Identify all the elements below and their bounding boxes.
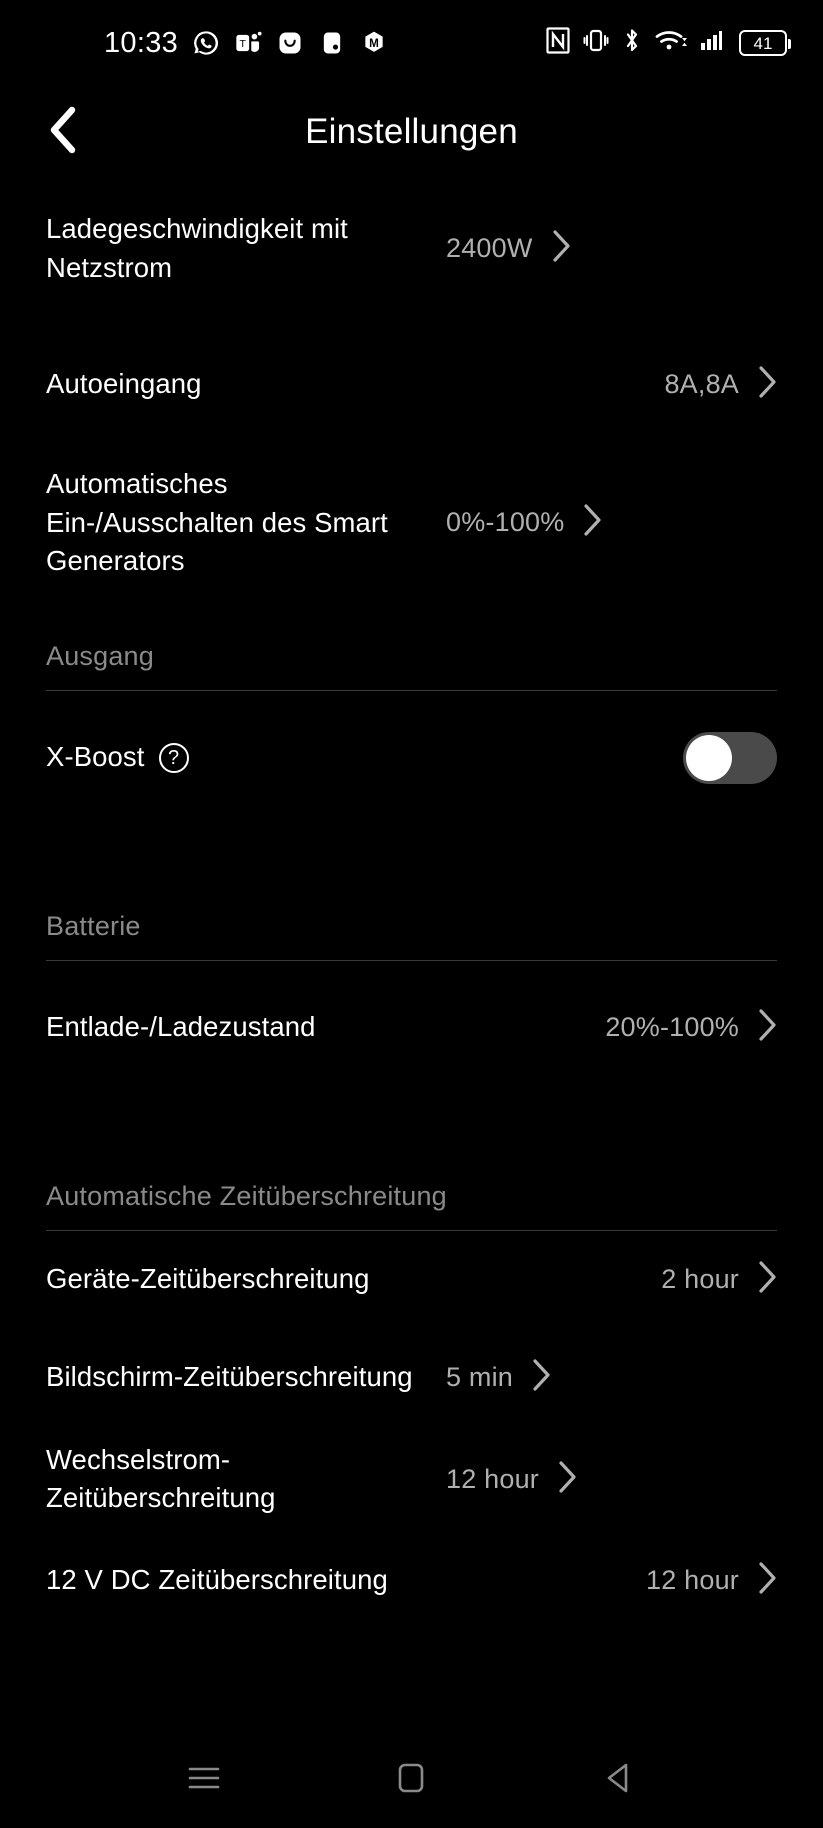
row-right: 5 min <box>446 1358 551 1397</box>
row-12vdc-timeout[interactable]: 12 V DC Zeitüberschreitung 12 hour <box>46 1532 777 1630</box>
settings-list: Ladegeschwindigkeit mit Netzstrom 2400W … <box>0 178 823 1732</box>
battery-level-text: 41 <box>753 33 773 53</box>
section-heading-batterie: Batterie <box>46 910 141 941</box>
row-value: 5 min <box>446 1362 514 1392</box>
chevron-right-icon <box>557 1460 577 1499</box>
row-label: X-Boost <box>46 741 145 773</box>
svg-text:T: T <box>240 38 247 50</box>
row-value: 8A,8A <box>664 368 739 399</box>
chevron-right-icon <box>582 503 602 542</box>
row-label: Wechselstrom-Zeitüberschreitung <box>46 1443 276 1514</box>
m-app-icon: M <box>360 29 388 57</box>
row-wechselstrom-timeout[interactable]: Wechselstrom-Zeitüberschreitung 12 hour <box>46 1427 777 1532</box>
back-triangle-icon <box>604 1762 634 1799</box>
row-entlade-ladezustand[interactable]: Entlade-/Ladezustand 20%-100% <box>46 979 777 1077</box>
row-right: 0%-100% <box>446 503 602 542</box>
help-icon[interactable]: ? <box>158 742 189 773</box>
back-button[interactable] <box>32 100 96 164</box>
nfc-icon <box>546 27 570 59</box>
row-ladegeschwindigkeit[interactable]: Ladegeschwindigkeit mit Netzstrom 2400W <box>46 196 777 301</box>
toggle-knob <box>686 734 732 781</box>
chevron-right-icon <box>757 1260 777 1299</box>
row-value: 12 hour <box>646 1565 739 1595</box>
app-header: Einstellungen <box>0 86 823 178</box>
x-boost-toggle[interactable] <box>683 731 777 784</box>
status-bar: 10:33 T M 41 <box>0 0 823 86</box>
chevron-right-icon <box>757 365 777 404</box>
chevron-left-icon <box>46 105 82 160</box>
row-value: 12 hour <box>446 1463 539 1494</box>
chevron-right-icon <box>757 1008 777 1047</box>
status-bar-left: 10:33 T M <box>104 27 388 60</box>
row-right: 20%-100% <box>605 1008 777 1047</box>
notes-app-icon <box>318 29 346 57</box>
android-nav-bar <box>0 1732 823 1828</box>
row-right: 2 hour <box>661 1260 777 1299</box>
cellular-signal-icon <box>700 27 726 59</box>
recents-menu-icon <box>187 1764 221 1797</box>
chevron-right-icon <box>551 229 571 268</box>
row-smart-generator[interactable]: Automatisches Ein-/Ausschalten des Smart… <box>46 451 777 595</box>
row-right: 2400W <box>446 229 571 268</box>
row-value: 2400W <box>446 233 533 263</box>
row-value: 0%-100% <box>446 507 565 538</box>
vibrate-icon <box>583 27 609 59</box>
page-title: Einstellungen <box>305 112 518 151</box>
svg-text:M: M <box>369 37 379 50</box>
row-label: Geräte-Zeitüberschreitung <box>46 1263 370 1295</box>
row-geraete-timeout[interactable]: Geräte-Zeitüberschreitung 2 hour <box>46 1231 777 1329</box>
row-x-boost[interactable]: X-Boost ? <box>46 709 777 807</box>
row-label: Automatisches Ein-/Ausschalten des Smart… <box>46 468 388 576</box>
whatsapp-icon <box>192 29 220 57</box>
battery-indicator: 41 <box>739 30 791 56</box>
recents-button[interactable] <box>169 1745 239 1815</box>
row-right: 8A,8A <box>664 365 777 404</box>
row-label: Autoeingang <box>46 367 202 399</box>
section-heading-zeitueberschreitung: Automatische Zeitüberschreitung <box>46 1180 447 1211</box>
phone-screen: 10:33 T M 41 Einstellungen Ladegeschwind… <box>0 0 823 1828</box>
row-label: 12 V DC Zeitüberschreitung <box>46 1564 388 1596</box>
bluetooth-icon <box>622 27 642 59</box>
status-bar-right: 41 <box>546 27 791 59</box>
row-value: 20%-100% <box>605 1012 739 1042</box>
row-label: Bildschirm-Zeitüberschreitung <box>46 1361 413 1393</box>
row-label: Entlade-/Ladezustand <box>46 1011 316 1043</box>
row-value: 2 hour <box>661 1264 739 1294</box>
row-right: 12 hour <box>446 1460 577 1499</box>
smile-app-icon <box>276 29 304 57</box>
row-label: Ladegeschwindigkeit mit Netzstrom <box>46 213 348 283</box>
section-heading-ausgang: Ausgang <box>46 640 154 671</box>
row-bildschirm-timeout[interactable]: Bildschirm-Zeitüberschreitung 5 min <box>46 1329 777 1427</box>
teams-icon: T <box>234 29 262 57</box>
status-clock: 10:33 <box>104 26 179 59</box>
row-autoeingang[interactable]: Autoeingang 8A,8A <box>46 335 777 433</box>
x-boost-label-group: X-Boost ? <box>46 738 683 777</box>
chevron-right-icon <box>531 1358 551 1397</box>
wifi-icon <box>655 27 687 59</box>
home-square-icon <box>396 1762 426 1799</box>
home-button[interactable] <box>376 1745 446 1815</box>
back-nav-button[interactable] <box>584 1745 654 1815</box>
row-right: 12 hour <box>646 1561 777 1600</box>
chevron-right-icon <box>757 1561 777 1600</box>
